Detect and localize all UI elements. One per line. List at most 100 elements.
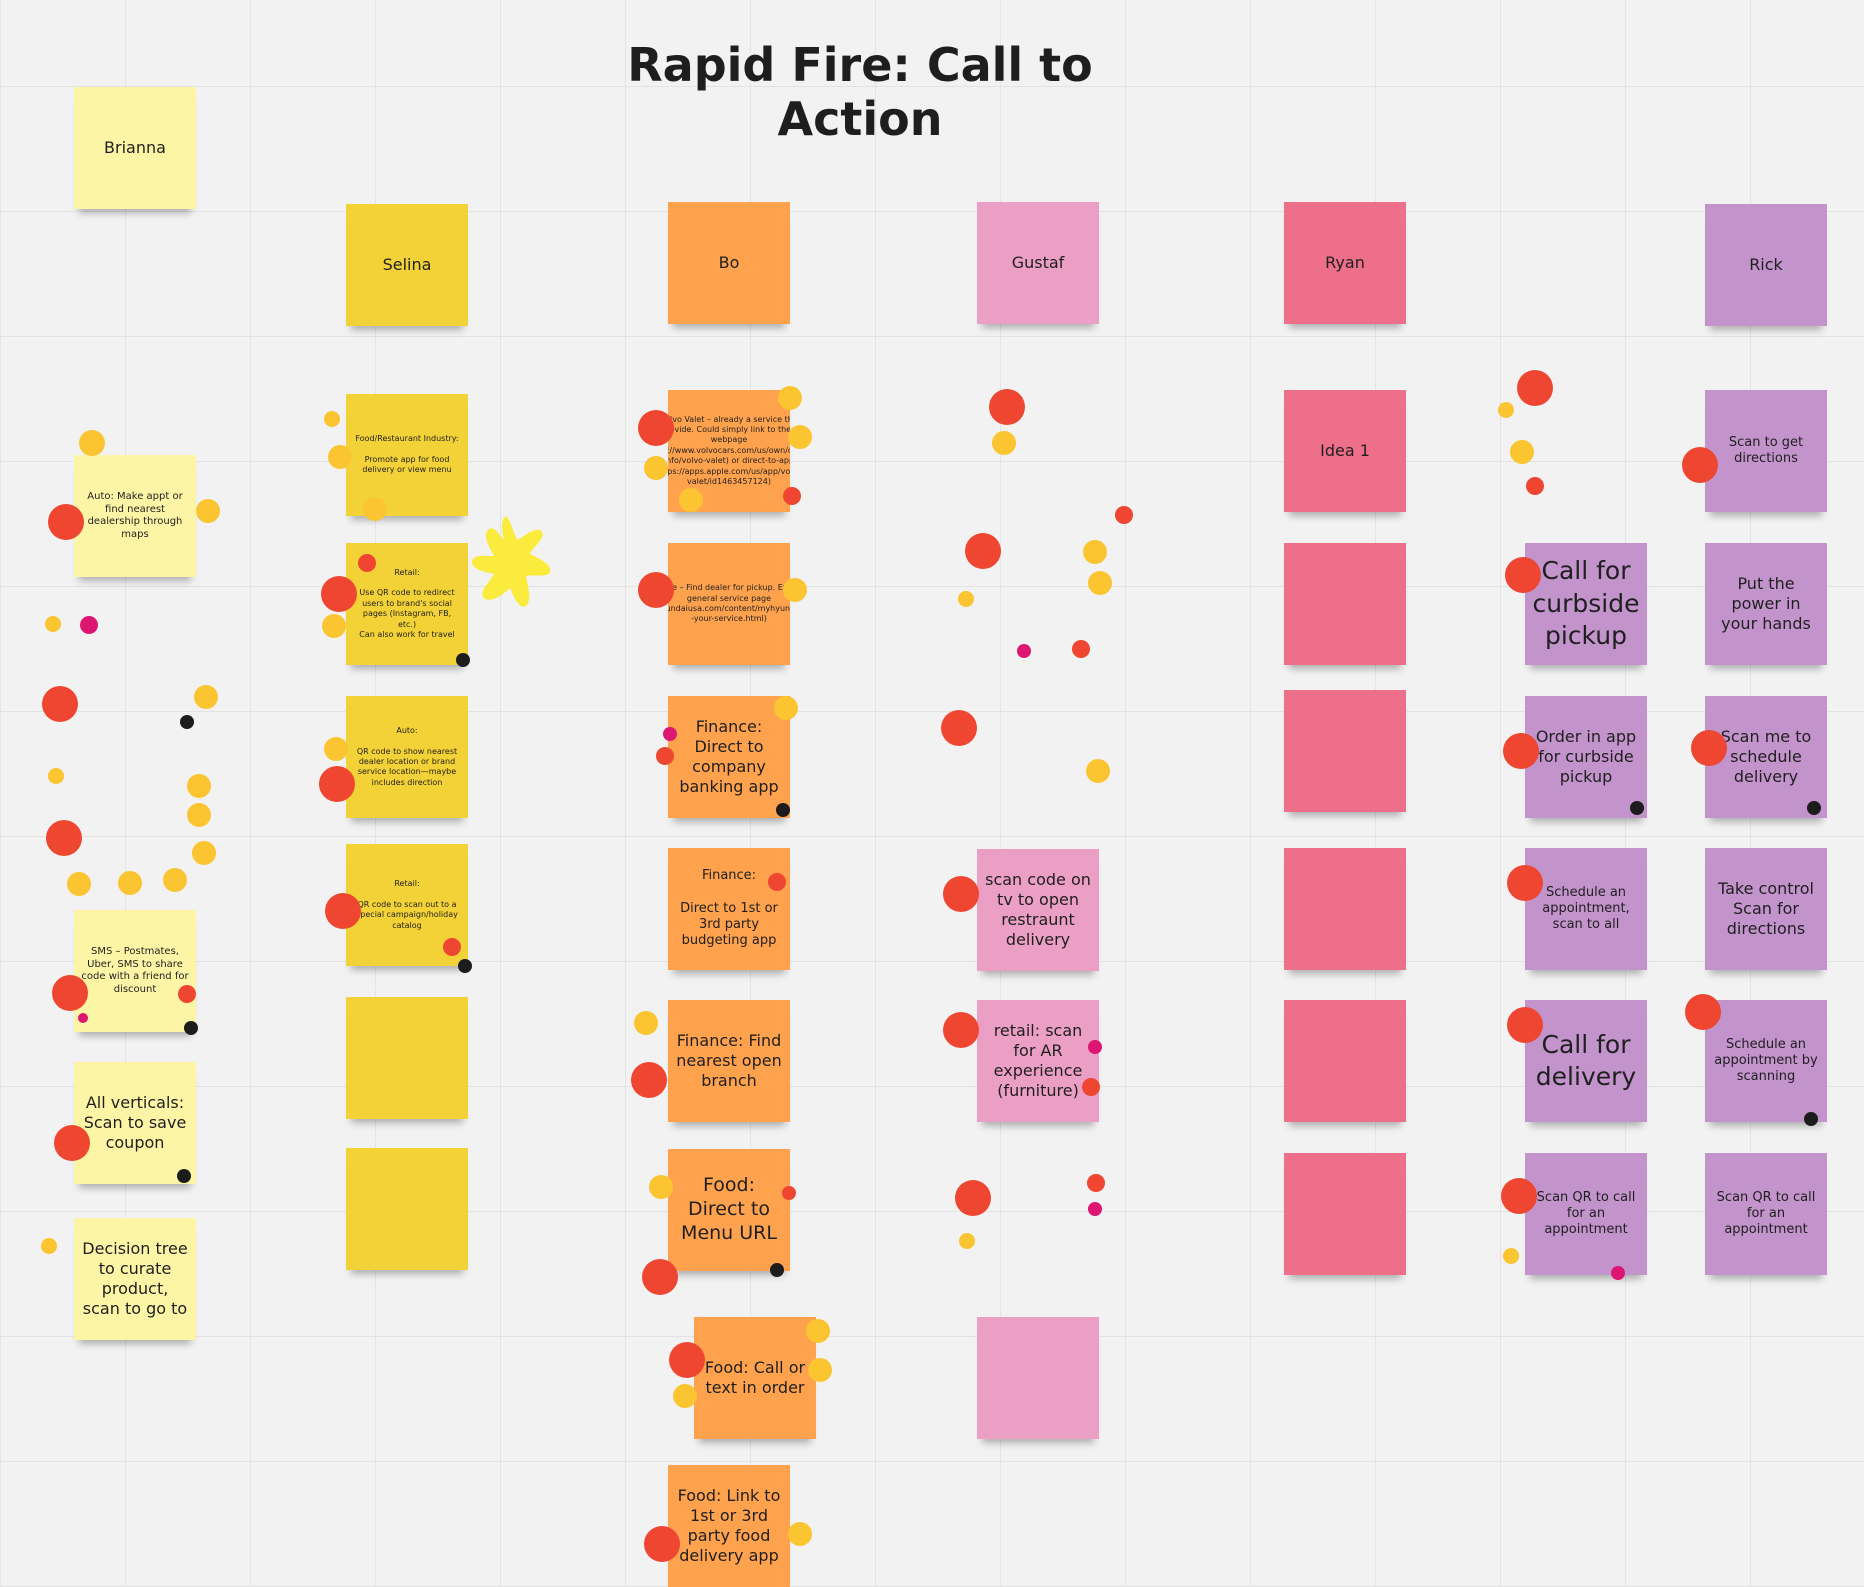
header-note-gustaf[interactable]: Gustaf [977,202,1099,324]
sticky-note[interactable]: Generic car service – Find dealer for pi… [668,543,790,665]
vote-dot[interactable] [774,696,798,720]
vote-dot[interactable] [48,768,64,784]
vote-dot[interactable] [1083,540,1107,564]
vote-dot[interactable] [163,868,187,892]
vote-dot[interactable] [1507,865,1543,901]
vote-dot[interactable] [187,803,211,827]
vote-dot[interactable] [1510,440,1534,464]
vote-dot[interactable] [644,1526,680,1562]
sticky-note[interactable]: scan code on tv to open restraunt delive… [977,849,1099,971]
empty-sticky-note[interactable] [1284,1153,1406,1275]
vote-dot[interactable] [118,871,142,895]
vote-dot[interactable] [783,487,801,505]
sticky-note[interactable]: Finance: Direct to company banking app [668,696,790,818]
vote-dot[interactable] [656,747,674,765]
sticky-note[interactable]: Put the power in your hands [1705,543,1827,665]
vote-dot[interactable] [634,1011,658,1035]
vote-dot[interactable] [79,430,105,456]
sticky-note[interactable]: Call for curbside pickup [1525,543,1647,665]
vote-dot[interactable] [958,591,974,607]
sticky-note[interactable]: Scan to get directions [1705,390,1827,512]
sticky-note[interactable]: retail: scan for AR experience (furnitur… [977,1000,1099,1122]
vote-dot[interactable] [788,425,812,449]
vote-dot[interactable] [1611,1266,1625,1280]
vote-dot[interactable] [324,737,348,761]
vote-dot[interactable] [638,410,674,446]
vote-dot[interactable] [46,820,82,856]
empty-sticky-note[interactable] [1284,1000,1406,1122]
vote-dot[interactable] [322,614,346,638]
empty-sticky-note[interactable] [1284,543,1406,665]
vote-dot[interactable] [631,1062,667,1098]
vote-dot[interactable] [965,533,1001,569]
vote-dot[interactable] [184,1021,198,1035]
vote-dot[interactable] [663,727,677,741]
vote-dot[interactable] [989,389,1025,425]
vote-dot[interactable] [1503,733,1539,769]
vote-dot[interactable] [48,504,84,540]
vote-dot[interactable] [192,841,216,865]
vote-dot[interactable] [806,1319,830,1343]
vote-dot[interactable] [1517,370,1553,406]
vote-dot[interactable] [42,686,78,722]
vote-dot[interactable] [456,653,470,667]
sticky-note[interactable]: All verticals: Scan to save coupon [74,1062,196,1184]
vote-dot[interactable] [177,1169,191,1183]
vote-dot[interactable] [80,616,98,634]
sticky-note[interactable]: Scan QR to call for an appointment [1705,1153,1827,1275]
vote-dot[interactable] [1526,477,1544,495]
empty-sticky-note[interactable] [977,1317,1099,1439]
sticky-note[interactable]: Food: Direct to Menu URL [668,1149,790,1271]
vote-dot[interactable] [638,572,674,608]
header-note-bo[interactable]: Bo [668,202,790,324]
vote-dot[interactable] [1115,506,1133,524]
vote-dot[interactable] [808,1358,832,1382]
vote-dot[interactable] [669,1342,705,1378]
vote-dot[interactable] [1082,1078,1100,1096]
vote-dot[interactable] [1072,640,1090,658]
vote-dot[interactable] [1087,1174,1105,1192]
empty-sticky-note[interactable] [346,997,468,1119]
vote-dot[interactable] [321,576,357,612]
vote-dot[interactable] [325,893,361,929]
vote-dot[interactable] [679,488,703,512]
vote-dot[interactable] [943,876,979,912]
vote-dot[interactable] [1498,402,1514,418]
vote-dot[interactable] [196,499,220,523]
vote-dot[interactable] [1807,801,1821,815]
vote-dot[interactable] [1507,1007,1543,1043]
whiteboard-canvas[interactable]: Rapid Fire: Call to Action Brianna Auto:… [0,0,1864,1587]
vote-dot[interactable] [1691,730,1727,766]
vote-dot[interactable] [1088,1040,1102,1054]
vote-dot[interactable] [1804,1112,1818,1126]
header-note-rick[interactable]: Rick [1705,204,1827,326]
vote-dot[interactable] [776,803,790,817]
vote-dot[interactable] [649,1175,673,1199]
vote-dot[interactable] [788,1522,812,1546]
vote-dot[interactable] [1630,801,1644,815]
vote-dot[interactable] [1685,994,1721,1030]
vote-dot[interactable] [782,1186,796,1200]
vote-dot[interactable] [1501,1178,1537,1214]
header-note-brianna[interactable]: Brianna [74,87,196,209]
header-note-ryan[interactable]: Ryan [1284,202,1406,324]
vote-dot[interactable] [941,710,977,746]
sticky-note[interactable]: Auto: Make appt or find nearest dealersh… [74,455,196,577]
vote-dot[interactable] [642,1259,678,1295]
vote-dot[interactable] [45,616,61,632]
vote-dot[interactable] [443,938,461,956]
empty-sticky-note[interactable] [1284,848,1406,970]
vote-dot[interactable] [1682,447,1718,483]
vote-dot[interactable] [1017,644,1031,658]
sticky-note[interactable]: SMS – Postmates, Uber, SMS to share code… [74,910,196,1032]
vote-dot[interactable] [180,715,194,729]
vote-dot[interactable] [992,431,1016,455]
vote-dot[interactable] [358,554,376,572]
sticky-note[interactable]: Decision tree to curate product, scan to… [74,1218,196,1340]
vote-dot[interactable] [1503,1248,1519,1264]
vote-dot[interactable] [67,872,91,896]
sticky-note[interactable]: Auto: QR code to show nearest dealer loc… [346,696,468,818]
vote-dot[interactable] [78,1013,88,1023]
vote-dot[interactable] [187,774,211,798]
vote-dot[interactable] [1088,571,1112,595]
